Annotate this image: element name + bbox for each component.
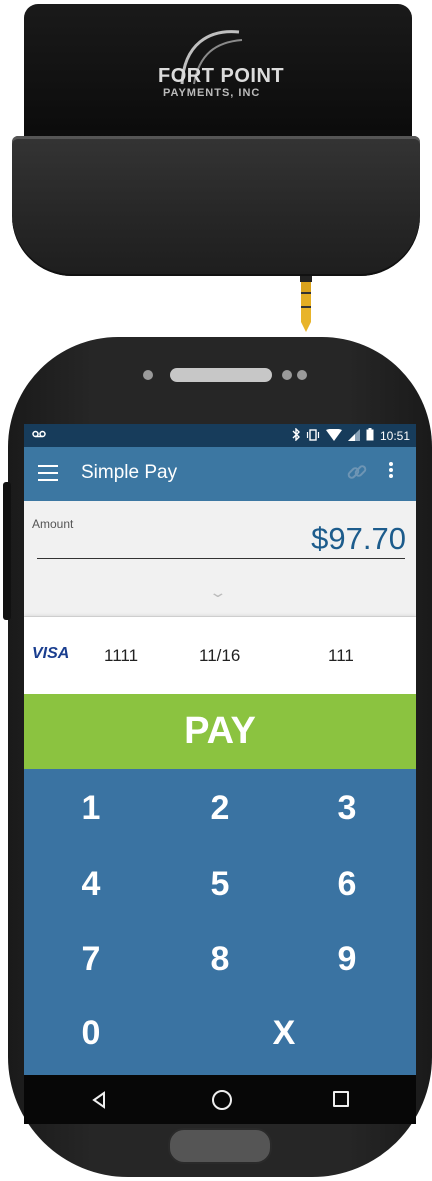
app-bar: Simple Pay — [24, 447, 416, 501]
card-reader-top: FORT POINT PAYMENTS, INC — [24, 4, 412, 140]
key-9[interactable]: 9 — [317, 940, 377, 979]
phone-speaker — [170, 368, 272, 382]
amount-label: Amount — [32, 517, 74, 531]
key-2[interactable]: 2 — [190, 789, 250, 828]
key-7[interactable]: 7 — [61, 940, 121, 979]
card-details-row: VISA 1111 11/16 111 — [24, 617, 416, 694]
status-time: 10:51 — [379, 429, 410, 443]
audio-jack-icon — [300, 276, 312, 332]
chevron-down-icon[interactable]: ⌄ — [208, 584, 227, 601]
front-camera-icon — [143, 370, 153, 380]
key-8[interactable]: 8 — [190, 940, 250, 979]
phone-side-button — [3, 482, 11, 620]
home-icon[interactable] — [212, 1090, 232, 1110]
logo-line1: FORT POINT — [158, 65, 285, 87]
status-bar: 10:51 — [24, 424, 416, 447]
amount-underline — [37, 558, 405, 559]
key-3[interactable]: 3 — [317, 789, 377, 828]
wifi-icon — [325, 428, 342, 444]
keypad: 1 2 3 4 5 6 7 8 9 0 X — [24, 769, 416, 1075]
key-1[interactable]: 1 — [61, 789, 121, 828]
amount-section: Amount $97.70 ⌄ — [24, 501, 416, 617]
battery-icon — [366, 428, 374, 444]
signal-icon — [347, 428, 360, 444]
sensor-icon — [282, 370, 292, 380]
android-nav-bar — [24, 1075, 416, 1124]
back-icon[interactable] — [89, 1089, 111, 1111]
key-6[interactable]: 6 — [317, 865, 377, 904]
amount-input[interactable]: $97.70 — [311, 521, 406, 557]
voicemail-icon — [32, 428, 46, 442]
link-icon[interactable] — [346, 461, 368, 483]
card-number-field[interactable]: 1111 — [104, 646, 138, 666]
phone-screen: 10:51 Simple Pay Amount $97.70 ⌄ VISA 11… — [24, 424, 416, 1124]
logo-line2: PAYMENTS, INC — [163, 87, 261, 99]
key-clear[interactable]: X — [254, 1014, 314, 1053]
key-5[interactable]: 5 — [190, 865, 250, 904]
card-cvv-field[interactable]: 111 — [328, 646, 354, 666]
card-expiry-field[interactable]: 11/16 — [199, 646, 240, 666]
phone-home-button[interactable] — [168, 1128, 272, 1164]
recents-icon[interactable] — [333, 1091, 349, 1107]
app-title: Simple Pay — [81, 462, 178, 483]
sensor-icon — [297, 370, 307, 380]
pay-button[interactable]: PAY — [24, 694, 416, 769]
vibrate-icon — [306, 428, 320, 444]
key-4[interactable]: 4 — [61, 865, 121, 904]
hamburger-icon[interactable] — [38, 465, 58, 481]
bluetooth-icon — [292, 427, 300, 444]
card-reader-body — [12, 136, 420, 276]
visa-logo: VISA — [32, 645, 70, 662]
more-vert-icon[interactable] — [388, 460, 394, 484]
key-0[interactable]: 0 — [61, 1014, 121, 1053]
